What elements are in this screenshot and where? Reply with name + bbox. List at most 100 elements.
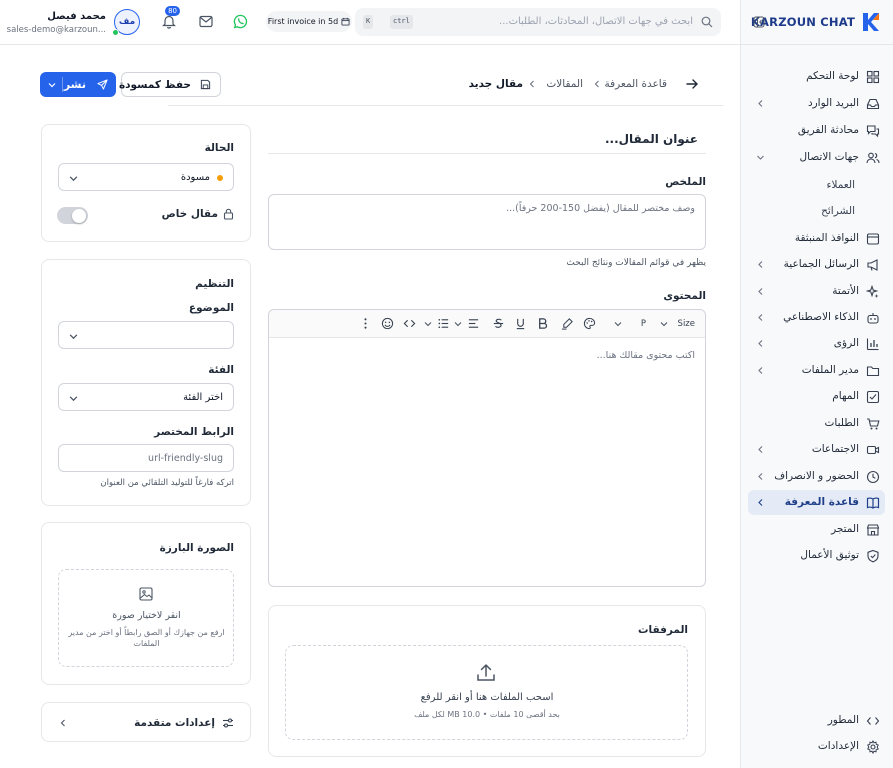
sidebar-item-video[interactable]: الاجتماعات bbox=[748, 437, 885, 462]
sidebar-subitem[interactable]: العملاء bbox=[827, 179, 855, 191]
sidebar-item-folder[interactable]: مدير الملفات bbox=[748, 358, 885, 383]
sidebar-item-label: الاجتماعات bbox=[811, 443, 859, 455]
summary-placeholder: وصف مختصر للمقال (يفضل 150-200 حرفاً)... bbox=[506, 203, 695, 214]
paragraph-select[interactable]: P bbox=[641, 319, 646, 329]
status-label: الحالة bbox=[204, 142, 234, 154]
slug-label: الرابط المختصر bbox=[154, 426, 234, 438]
back-arrow-icon[interactable] bbox=[686, 78, 698, 90]
sidebar-item-label: الرؤى bbox=[833, 337, 859, 349]
whatsapp-icon[interactable] bbox=[233, 14, 248, 29]
sidebar-item-dashboard[interactable]: لوحة التحكم bbox=[748, 64, 885, 89]
sidebar-item-team-chat[interactable]: محادثة الفريق bbox=[748, 118, 885, 143]
draft-status-dot bbox=[217, 175, 223, 181]
attachments-dropzone[interactable]: اسحب الملفات هنا أو انقر للرفع بحد أقصى … bbox=[285, 645, 688, 740]
editor-toolbar: Size P bbox=[269, 310, 705, 338]
sidebar-item-tasks[interactable]: المهام bbox=[748, 384, 885, 409]
attachments-card: المرفقات اسحب الملفات هنا أو انقر للرفع … bbox=[268, 605, 706, 757]
save-draft-button[interactable]: حفظ كمسودة bbox=[119, 72, 221, 97]
mail-icon[interactable] bbox=[199, 15, 213, 28]
save-icon bbox=[200, 79, 211, 90]
highlighter-icon[interactable] bbox=[561, 317, 574, 330]
dropzone-text: اسحب الملفات هنا أو انقر للرفع bbox=[420, 692, 554, 703]
featured-image-hint: ارفع من جهازك أو الصق رابطاً أو اختر من … bbox=[68, 628, 225, 648]
article-title-input[interactable]: عنوان المقال... bbox=[268, 127, 706, 152]
align-icon[interactable] bbox=[467, 317, 480, 330]
slug-placeholder: url-friendly-slug bbox=[148, 453, 223, 464]
sidebar-item-gear[interactable]: الإعدادات bbox=[748, 734, 885, 759]
chevron-down-icon[interactable] bbox=[614, 320, 622, 328]
content-editor[interactable]: Size P اكتب محتوى مقالك هنا... bbox=[268, 309, 706, 587]
sidebar-item-shield[interactable]: توثيق الأعمال bbox=[748, 543, 885, 568]
category-select[interactable]: اختر الفئة bbox=[58, 383, 234, 411]
sidebar-item-cart[interactable]: الطلبات bbox=[748, 411, 885, 436]
bell-icon[interactable] bbox=[162, 14, 176, 29]
chevron-left-icon bbox=[60, 719, 65, 727]
calendar-icon bbox=[341, 17, 350, 26]
slug-input[interactable]: url-friendly-slug bbox=[58, 444, 234, 472]
tasks-icon bbox=[866, 390, 880, 404]
color-palette-icon[interactable] bbox=[583, 317, 596, 330]
code-icon[interactable] bbox=[403, 317, 416, 330]
invoice-pill[interactable]: First invoice in 5d bbox=[266, 11, 352, 32]
chevron-down-icon[interactable] bbox=[454, 320, 462, 328]
font-size-select[interactable]: Size bbox=[678, 319, 695, 329]
sidebar-item-contacts[interactable]: جهات الاتصال bbox=[748, 145, 885, 170]
video-icon bbox=[866, 445, 880, 455]
sidebar-subitem[interactable]: الشرائح bbox=[821, 205, 855, 217]
sidebar-item-sparkles[interactable]: الأتمتة bbox=[748, 279, 885, 304]
sidebar-item-store[interactable]: المتجر bbox=[748, 517, 885, 542]
advanced-settings-toggle[interactable]: إعدادات متقدمة bbox=[41, 702, 251, 742]
cart-icon bbox=[867, 418, 880, 430]
strikethrough-icon[interactable] bbox=[492, 317, 505, 330]
sidebar-item-chart[interactable]: الرؤى bbox=[748, 331, 885, 356]
bold-icon[interactable] bbox=[536, 317, 549, 330]
private-article-toggle[interactable] bbox=[57, 207, 88, 224]
sidebar-item-label: قاعدة المعرفة bbox=[784, 496, 859, 508]
list-icon[interactable] bbox=[437, 317, 450, 330]
gear-icon bbox=[867, 740, 879, 754]
chevron-down-icon[interactable] bbox=[424, 320, 432, 328]
status-select[interactable]: مسودة bbox=[58, 163, 234, 191]
chevron-down-icon[interactable] bbox=[660, 320, 668, 328]
sidebar-item-clock[interactable]: الحضور و الانصراف bbox=[748, 464, 885, 489]
bot-icon bbox=[867, 313, 879, 324]
emoji-icon[interactable] bbox=[381, 317, 394, 330]
sidebar-item-book[interactable]: قاعدة المعرفة bbox=[748, 490, 885, 515]
chevron-down-icon bbox=[69, 396, 78, 402]
underline-icon[interactable] bbox=[514, 317, 527, 330]
inbox-icon bbox=[866, 98, 880, 110]
team-chat-icon bbox=[866, 125, 880, 138]
topic-select[interactable] bbox=[58, 321, 234, 349]
brand-logo[interactable]: KARZOUN CHAT bbox=[751, 10, 881, 34]
more-options-icon[interactable] bbox=[359, 317, 372, 330]
title-underline bbox=[268, 153, 706, 154]
folder-icon bbox=[866, 366, 880, 377]
breadcrumb-chevron-icon bbox=[594, 80, 599, 88]
image-icon bbox=[139, 587, 153, 601]
popup-icon bbox=[866, 233, 880, 245]
chevron-left-icon bbox=[758, 446, 763, 453]
sidebar-item-megaphone[interactable]: الرسائل الجماعية bbox=[748, 252, 885, 277]
collapse-sidebar-icon[interactable] bbox=[753, 16, 765, 28]
store-icon bbox=[866, 524, 880, 536]
featured-image-dropzone[interactable]: انقر لاختيار صورة ارفع من جهازك أو الصق … bbox=[58, 569, 234, 667]
sidebar-item-inbox[interactable]: البريد الوارد bbox=[748, 91, 885, 116]
brand-name: KARZOUN CHAT bbox=[750, 15, 855, 29]
summary-textarea[interactable]: وصف مختصر للمقال (يفضل 150-200 حرفاً)... bbox=[268, 194, 706, 250]
publish-button[interactable]: نشر bbox=[40, 72, 116, 97]
sidebar-item-bot[interactable]: الذكاء الاصطناعي bbox=[748, 305, 885, 330]
content-label: المحتوى bbox=[663, 290, 706, 302]
sidebar-item-code[interactable]: المطور bbox=[748, 708, 885, 733]
breadcrumb-knowledge-base[interactable]: قاعدة المعرفة bbox=[604, 78, 667, 90]
sidebar-item-label: البريد الوارد bbox=[807, 97, 859, 109]
chevron-down-icon bbox=[69, 334, 78, 340]
breadcrumb-articles[interactable]: المقالات bbox=[546, 78, 583, 90]
sidebar-item-popup[interactable]: النوافذ المنبثقة bbox=[748, 226, 885, 251]
global-search[interactable]: ابحث في جهات الاتصال، المحادثات، الطلبات… bbox=[355, 8, 721, 36]
chevron-left-icon bbox=[758, 100, 763, 107]
chevron-left-icon bbox=[758, 340, 763, 347]
clock-icon bbox=[866, 470, 880, 484]
sidebar-item-label: لوحة التحكم bbox=[806, 70, 859, 82]
featured-image-click-text: انقر لاختيار صورة bbox=[112, 610, 181, 621]
breadcrumb-current: مقال جديد bbox=[468, 78, 523, 90]
